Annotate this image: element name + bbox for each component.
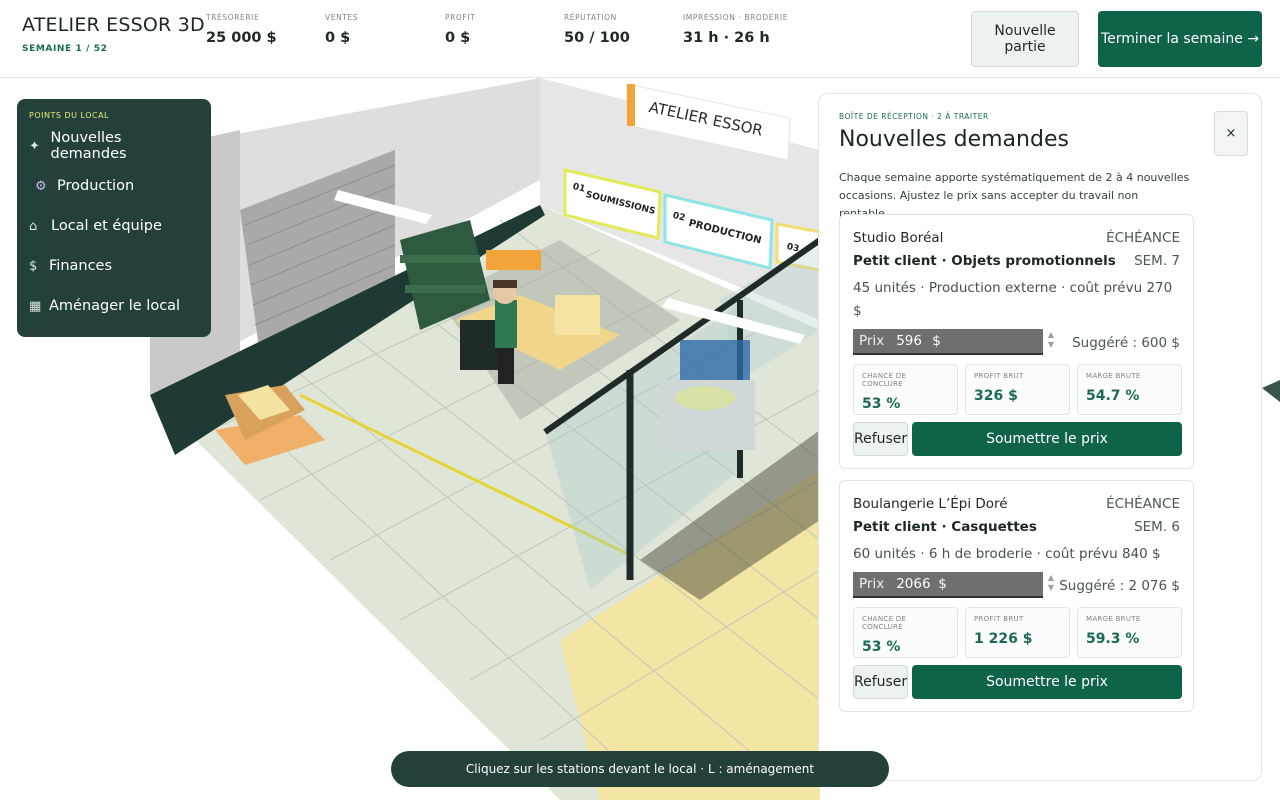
price-field[interactable]: Prix $ bbox=[853, 329, 1043, 355]
due-label: ÉCHÉANCE bbox=[1106, 230, 1180, 246]
menu-heading: POINTS DU LOCAL bbox=[29, 111, 110, 120]
nav-item-finances[interactable]: $ Finances bbox=[29, 246, 199, 286]
app-title: ATELIER ESSOR 3D bbox=[22, 14, 205, 36]
nav-item-label: Aménager le local bbox=[49, 298, 181, 314]
stat-value: 0 $ bbox=[325, 30, 351, 46]
submit-price-button[interactable]: Soumettre le prix bbox=[912, 422, 1182, 456]
grid-icon: ▦ bbox=[29, 298, 42, 314]
stat-label: VENTES bbox=[325, 13, 359, 22]
new-game-button[interactable]: Nouvelle partie bbox=[971, 11, 1079, 67]
stat-value: 0 $ bbox=[445, 30, 471, 46]
client-name: Studio Boréal bbox=[853, 230, 944, 246]
price-field[interactable]: Prix $ bbox=[853, 572, 1043, 598]
stat-sales: VENTES 0 $ bbox=[325, 13, 358, 46]
price-label: Prix bbox=[859, 576, 885, 592]
price-stepper[interactable]: ▲ ▼ bbox=[1046, 330, 1056, 354]
nav-item-label: Finances bbox=[49, 258, 113, 274]
week-counter: SEMAINE 1 / 52 bbox=[22, 44, 108, 54]
request-details: 45 unités · Production externe · coût pr… bbox=[853, 280, 1173, 319]
metric-label: CHANCE DE CONCLURE bbox=[862, 372, 907, 388]
metric-margin: MARGE BRUTE 59.3 % bbox=[1077, 607, 1182, 658]
metric-label: CHANCE DE CONCLURE bbox=[862, 615, 907, 631]
metric-chance: CHANCE DE CONCLURE 53 % bbox=[853, 364, 958, 415]
stat-label: RÉPUTATION bbox=[564, 13, 617, 22]
metric-value: 59.3 % bbox=[1086, 631, 1140, 647]
chevron-up-icon[interactable]: ▲ bbox=[1046, 573, 1056, 583]
end-week-button[interactable]: Terminer la semaine → bbox=[1098, 11, 1262, 67]
metric-label: PROFIT BRUT bbox=[974, 615, 1024, 623]
nav-item-label: Nouvelles demandes bbox=[50, 130, 127, 162]
price-stepper[interactable]: ▲ ▼ bbox=[1046, 573, 1056, 597]
stat-label: PROFIT bbox=[445, 13, 476, 22]
metric-profit: PROFIT BRUT 326 $ bbox=[965, 364, 1070, 415]
price-label: Prix bbox=[859, 333, 885, 349]
metric-label: MARGE BRUTE bbox=[1086, 372, 1141, 380]
metric-value: 53 % bbox=[862, 639, 901, 655]
chevron-down-icon[interactable]: ▼ bbox=[1046, 583, 1056, 593]
submit-price-button[interactable]: Soumettre le prix bbox=[912, 665, 1182, 699]
nav-item-label: Production bbox=[57, 178, 135, 194]
client-type: Petit client · Objets promotionnels bbox=[853, 253, 1116, 269]
nav-item-production[interactable]: ⚙ Production bbox=[29, 166, 199, 206]
panel-title: Nouvelles demandes bbox=[839, 127, 1069, 152]
stat-reputation: RÉPUTATION 50 / 100 bbox=[564, 13, 630, 46]
metric-margin: MARGE BRUTE 54.7 % bbox=[1077, 364, 1182, 415]
stat-value: 25 000 $ bbox=[206, 30, 277, 46]
metric-value: 326 $ bbox=[974, 388, 1018, 404]
chevron-down-icon[interactable]: ▼ bbox=[1046, 340, 1056, 350]
due-week: SEM. 6 bbox=[1134, 519, 1180, 535]
metric-chance: CHANCE DE CONCLURE 53 % bbox=[853, 607, 958, 658]
gear-icon: ⚙ bbox=[35, 178, 47, 194]
stat-capacity: IMPRESSION · BRODERIE 31 h · 26 h bbox=[683, 13, 788, 46]
card-header-row: Boulangerie L’Épi Doré ÉCHÉANCE bbox=[853, 496, 1180, 512]
metric-value: 54.7 % bbox=[1086, 388, 1140, 404]
metric-value: 53 % bbox=[862, 396, 901, 412]
controls-hint: Cliquez sur les stations devant le local… bbox=[391, 751, 889, 787]
price-input[interactable] bbox=[896, 333, 931, 349]
stat-treasury: TRÉSORERIE 25 000 $ bbox=[206, 13, 277, 46]
request-details: 60 unités · 6 h de broderie · coût prévu… bbox=[853, 546, 1161, 562]
card-header-row: Studio Boréal ÉCHÉANCE bbox=[853, 230, 1180, 246]
client-type: Petit client · Casquettes bbox=[853, 519, 1037, 535]
nav-item-layout[interactable]: ▦ Aménager le local bbox=[29, 286, 199, 326]
request-card: Boulangerie L’Épi Doré ÉCHÉANCE Petit cl… bbox=[839, 480, 1194, 712]
suggested-price: Suggéré : 600 $ bbox=[1072, 335, 1180, 351]
stat-label: IMPRESSION · BRODERIE bbox=[683, 13, 789, 22]
refuse-button[interactable]: Refuser bbox=[853, 422, 908, 456]
client-name: Boulangerie L’Épi Doré bbox=[853, 496, 1008, 512]
suggested-price: Suggéré : 2 076 $ bbox=[1059, 578, 1180, 594]
card-subheader-row: Petit client · Casquettes SEM. 6 bbox=[853, 519, 1180, 535]
currency-symbol: $ bbox=[932, 333, 941, 349]
request-card: Studio Boréal ÉCHÉANCE Petit client · Ob… bbox=[839, 214, 1194, 469]
nav-item-local-team[interactable]: ⌂ Local et équipe bbox=[29, 206, 199, 246]
refuse-button[interactable]: Refuser bbox=[853, 665, 908, 699]
card-subheader-row: Petit client · Objets promotionnels SEM.… bbox=[853, 253, 1180, 269]
metric-profit: PROFIT BRUT 1 226 $ bbox=[965, 607, 1070, 658]
currency-symbol: $ bbox=[938, 576, 947, 592]
close-button[interactable]: × bbox=[1214, 111, 1248, 156]
price-input[interactable] bbox=[896, 576, 937, 592]
dollar-icon: $ bbox=[29, 258, 38, 274]
top-bar: ATELIER ESSOR 3D SEMAINE 1 / 52 TRÉSORER… bbox=[0, 0, 1280, 78]
stat-profit: PROFIT 0 $ bbox=[445, 13, 475, 46]
due-label: ÉCHÉANCE bbox=[1106, 496, 1180, 512]
due-week: SEM. 7 bbox=[1134, 253, 1180, 269]
nav-item-label: Local et équipe bbox=[51, 218, 162, 234]
nav-item-new-requests[interactable]: ✦ Nouvelles demandes bbox=[29, 126, 199, 166]
local-points-menu: POINTS DU LOCAL ✦ Nouvelles demandes ⚙ P… bbox=[17, 99, 211, 337]
metric-label: PROFIT BRUT bbox=[974, 372, 1024, 380]
inbox-kicker: BOÎTE DE RÉCEPTION · 2 À TRAITER bbox=[839, 112, 989, 121]
home-icon: ⌂ bbox=[29, 218, 38, 234]
metric-value: 1 226 $ bbox=[974, 631, 1033, 647]
stat-value: 31 h · 26 h bbox=[683, 30, 770, 46]
sparkle-icon: ✦ bbox=[29, 138, 40, 154]
stat-label: TRÉSORERIE bbox=[206, 13, 260, 22]
inbox-panel: BOÎTE DE RÉCEPTION · 2 À TRAITER Nouvell… bbox=[818, 93, 1262, 781]
stat-value: 50 / 100 bbox=[564, 30, 630, 46]
metric-label: MARGE BRUTE bbox=[1086, 615, 1141, 623]
chevron-up-icon[interactable]: ▲ bbox=[1046, 330, 1056, 340]
